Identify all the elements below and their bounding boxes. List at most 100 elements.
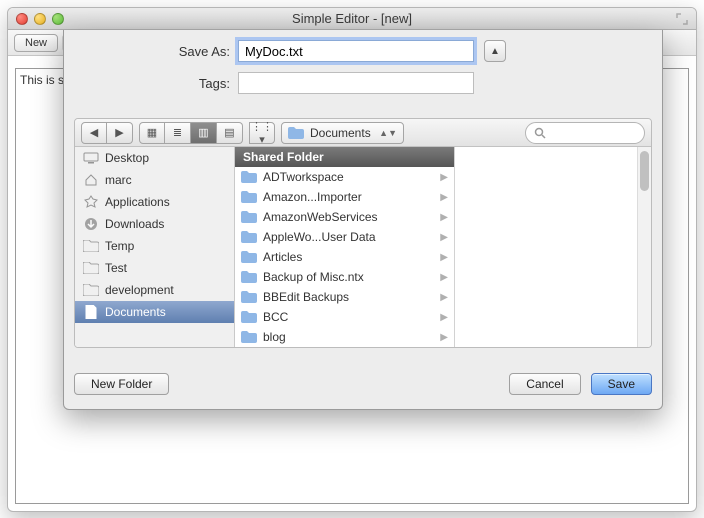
folder-row[interactable]: Articles ▶ <box>235 247 454 267</box>
search-field[interactable] <box>525 122 645 144</box>
location-popup[interactable]: Documents ▲▼ <box>281 122 404 144</box>
sidebar-item-downloads[interactable]: Downloads <box>75 213 234 235</box>
folder-icon <box>288 127 304 139</box>
folder-icon <box>241 311 257 323</box>
sidebar-item-label: Desktop <box>105 151 149 165</box>
folder-name: BBEdit Backups <box>263 290 349 304</box>
sidebar-item-label: Downloads <box>105 217 164 231</box>
folder-name: ADTworkspace <box>263 170 344 184</box>
folder-row[interactable]: ADTworkspace▶ <box>235 167 454 187</box>
folder-row[interactable]: BBEdit Backups ▶ <box>235 287 454 307</box>
folder-row[interactable]: Backup of Misc.ntx ▶ <box>235 267 454 287</box>
chevron-right-icon: ▶ <box>440 312 448 323</box>
folder-row[interactable]: Amazon...Importer ▶ <box>235 187 454 207</box>
column-header: Shared Folder <box>235 147 454 167</box>
folder-column: Shared Folder ADTworkspace▶Amazon...Impo… <box>235 147 455 347</box>
titlebar: Simple Editor - [new] <box>8 8 696 30</box>
sidebar-item-development[interactable]: development <box>75 279 234 301</box>
folder-name: Articles <box>263 250 302 264</box>
sidebar-item-label: Applications <box>105 195 170 209</box>
window-title: Simple Editor - [new] <box>8 11 696 26</box>
save-button[interactable]: Save <box>591 373 652 395</box>
sidebar-item-applications[interactable]: Applications <box>75 191 234 213</box>
file-browser: ◀ ▶ ▦ ≣ ▥ ▤ ⋮⋮ ▾ Docum <box>74 118 652 348</box>
chevron-right-icon: ▶ <box>115 126 123 139</box>
sidebar-item-home[interactable]: marc <box>75 169 234 191</box>
documents-icon <box>83 304 99 320</box>
tags-label: Tags: <box>78 76 238 91</box>
folder-name: AmazonWebServices <box>263 210 378 224</box>
columns-icon: ▥ <box>198 126 208 139</box>
arrange-button[interactable]: ⋮⋮ ▾ <box>249 122 275 144</box>
browser-toolbar: ◀ ▶ ▦ ≣ ▥ ▤ ⋮⋮ ▾ Docum <box>75 119 651 147</box>
folder-icon <box>241 291 257 303</box>
arrange-icon: ⋮⋮ ▾ <box>250 120 274 146</box>
search-icon <box>534 127 546 139</box>
app-window: Simple Editor - [new] New Open... Save S… <box>7 7 697 512</box>
nav-segment: ◀ ▶ <box>81 122 133 144</box>
new-folder-button[interactable]: New Folder <box>74 373 169 395</box>
sidebar-item-documents[interactable]: Documents <box>75 301 234 323</box>
folder-icon <box>83 238 99 254</box>
coverflow-view-button[interactable]: ▤ <box>217 122 243 144</box>
folder-row[interactable]: AmazonWebServices ▶ <box>235 207 454 227</box>
save-as-label: Save As: <box>78 44 238 59</box>
sidebar-item-test[interactable]: Test <box>75 257 234 279</box>
downloads-icon <box>83 216 99 232</box>
chevron-right-icon: ▶ <box>440 272 448 283</box>
sidebar-item-label: marc <box>105 173 132 187</box>
save-sheet: Save As: ▲ Tags: ◀ ▶ ▦ ≣ ▥ ▤ <box>63 30 663 410</box>
sidebar-item-label: Documents <box>105 305 166 319</box>
folder-row[interactable]: BCC ▶ <box>235 307 454 327</box>
sidebar-item-temp[interactable]: Temp <box>75 235 234 257</box>
back-button[interactable]: ◀ <box>81 122 107 144</box>
location-label: Documents <box>310 126 371 140</box>
sidebar-item-label: development <box>105 283 174 297</box>
folder-icon <box>241 211 257 223</box>
coverflow-icon: ▤ <box>224 126 234 139</box>
chevron-right-icon: ▶ <box>440 332 448 343</box>
folder-icon <box>241 191 257 203</box>
tags-input[interactable] <box>238 72 474 94</box>
column-view-button[interactable]: ▥ <box>191 122 217 144</box>
filename-input[interactable] <box>238 40 474 62</box>
folder-name: blog <box>263 330 286 344</box>
sidebar-item-desktop[interactable]: Desktop <box>75 147 234 169</box>
fullscreen-icon[interactable] <box>676 13 688 25</box>
cancel-button[interactable]: Cancel <box>509 373 580 395</box>
chevron-left-icon: ◀ <box>90 126 98 139</box>
folder-name: AppleWo...User Data <box>263 230 376 244</box>
forward-button[interactable]: ▶ <box>107 122 133 144</box>
chevron-right-icon: ▶ <box>440 292 448 303</box>
chevron-right-icon: ▶ <box>440 212 448 223</box>
folder-name: Backup of Misc.ntx <box>263 270 364 284</box>
applications-icon <box>83 194 99 210</box>
folder-name: BCC <box>263 310 288 324</box>
expand-toggle-button[interactable]: ▲ <box>484 40 506 62</box>
chevron-right-icon: ▶ <box>440 232 448 243</box>
home-icon <box>83 172 99 188</box>
chevron-right-icon: ▶ <box>440 192 448 203</box>
folder-icon <box>241 231 257 243</box>
folder-icon <box>241 331 257 343</box>
updown-icon: ▲▼ <box>379 128 397 138</box>
new-button[interactable]: New <box>14 34 58 52</box>
folder-icon <box>83 282 99 298</box>
icon-view-button[interactable]: ▦ <box>139 122 165 144</box>
folder-icon <box>241 171 257 183</box>
sidebar-item-label: Temp <box>105 239 134 253</box>
vertical-scrollbar[interactable] <box>637 147 651 347</box>
desktop-icon <box>83 150 99 166</box>
list-icon: ≣ <box>173 126 182 139</box>
folder-row[interactable]: AppleWo...User Data ▶ <box>235 227 454 247</box>
chevron-right-icon: ▶ <box>440 252 448 263</box>
sidebar-item-label: Test <box>105 261 127 275</box>
scroll-thumb[interactable] <box>640 151 649 191</box>
folder-row[interactable]: blog ▶ <box>235 327 454 347</box>
folder-name: Amazon...Importer <box>263 190 362 204</box>
folder-icon <box>241 251 257 263</box>
sidebar: Desktop marc Applications Downloads <box>75 147 235 347</box>
folder-icon <box>241 271 257 283</box>
list-view-button[interactable]: ≣ <box>165 122 191 144</box>
chevron-up-icon: ▲ <box>490 46 500 57</box>
